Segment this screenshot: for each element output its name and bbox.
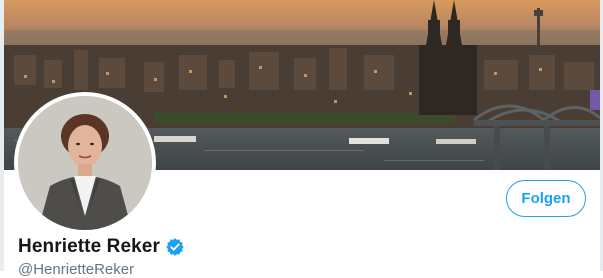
follow-button[interactable]: Folgen: [506, 180, 586, 217]
display-name: Henriette Reker: [18, 236, 160, 257]
verified-badge-icon: [165, 237, 185, 257]
profile-card: Folgen Henriette Reker @HenrietteReker: [0, 0, 603, 278]
user-handle: @HenrietteReker: [18, 261, 135, 278]
avatar-frame: [14, 92, 156, 234]
avatar[interactable]: [18, 96, 152, 230]
avatar-portrait: [18, 96, 152, 230]
name-row: Henriette Reker: [18, 236, 185, 258]
